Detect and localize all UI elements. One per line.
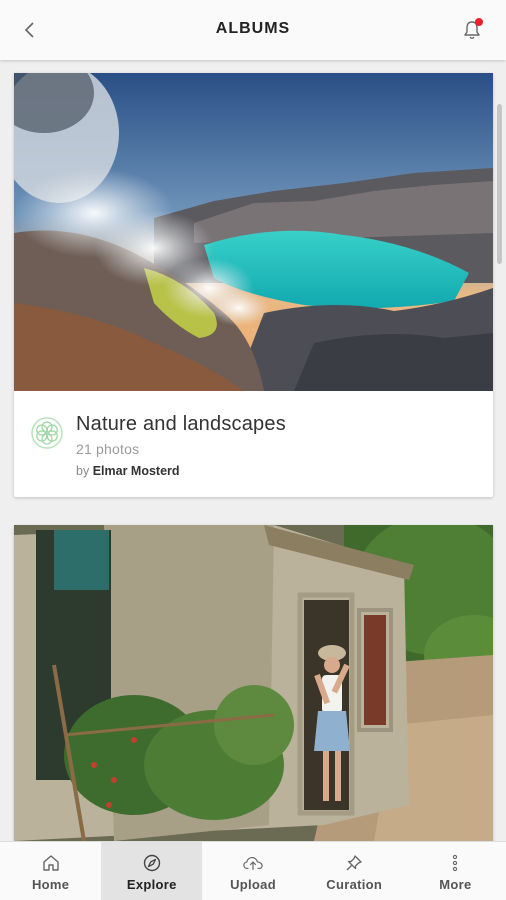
nav-label: More xyxy=(439,877,472,892)
bottom-navigation: Home Explore Upload Curation More xyxy=(0,841,506,900)
pin-icon xyxy=(344,853,364,873)
more-vertical-icon xyxy=(445,853,465,873)
by-prefix: by xyxy=(76,464,90,478)
app-screen: ALBUMS Nature and landscapes 21 photos b… xyxy=(0,0,506,900)
scrollbar-thumb[interactable] xyxy=(497,104,502,264)
nav-label: Explore xyxy=(126,877,177,892)
album-author-line: by Elmar Mosterd xyxy=(76,464,180,478)
album-card[interactable]: Nature and landscapes 21 photos by Elmar… xyxy=(14,73,493,497)
album-info: Nature and landscapes 21 photos by Elmar… xyxy=(14,391,493,497)
nav-label: Upload xyxy=(230,877,276,892)
nav-label: Home xyxy=(31,877,70,892)
album-cover-image[interactable] xyxy=(14,73,493,391)
nav-item-explore[interactable]: Explore xyxy=(101,842,203,900)
nav-item-more[interactable]: More xyxy=(405,842,506,900)
app-header: ALBUMS xyxy=(0,0,506,60)
notification-badge xyxy=(475,18,483,26)
album-title[interactable]: Nature and landscapes xyxy=(76,413,286,436)
album-card[interactable] xyxy=(14,525,493,841)
album-author[interactable]: Elmar Mosterd xyxy=(93,464,180,478)
nav-item-upload[interactable]: Upload xyxy=(202,842,303,900)
nav-item-curation[interactable]: Curation xyxy=(304,842,405,900)
album-cover-image[interactable] xyxy=(14,525,493,841)
compass-icon xyxy=(142,853,162,873)
album-flower-icon xyxy=(31,417,63,449)
nav-label: Curation xyxy=(326,877,383,892)
album-photo-count: 21 photos xyxy=(76,441,140,457)
nav-item-home[interactable]: Home xyxy=(0,842,101,900)
page-title: ALBUMS xyxy=(215,20,291,37)
album-feed[interactable]: Nature and landscapes 21 photos by Elmar… xyxy=(0,60,506,841)
notifications-button[interactable] xyxy=(458,16,486,44)
cloud-upload-icon xyxy=(243,853,263,873)
home-icon xyxy=(41,853,61,873)
